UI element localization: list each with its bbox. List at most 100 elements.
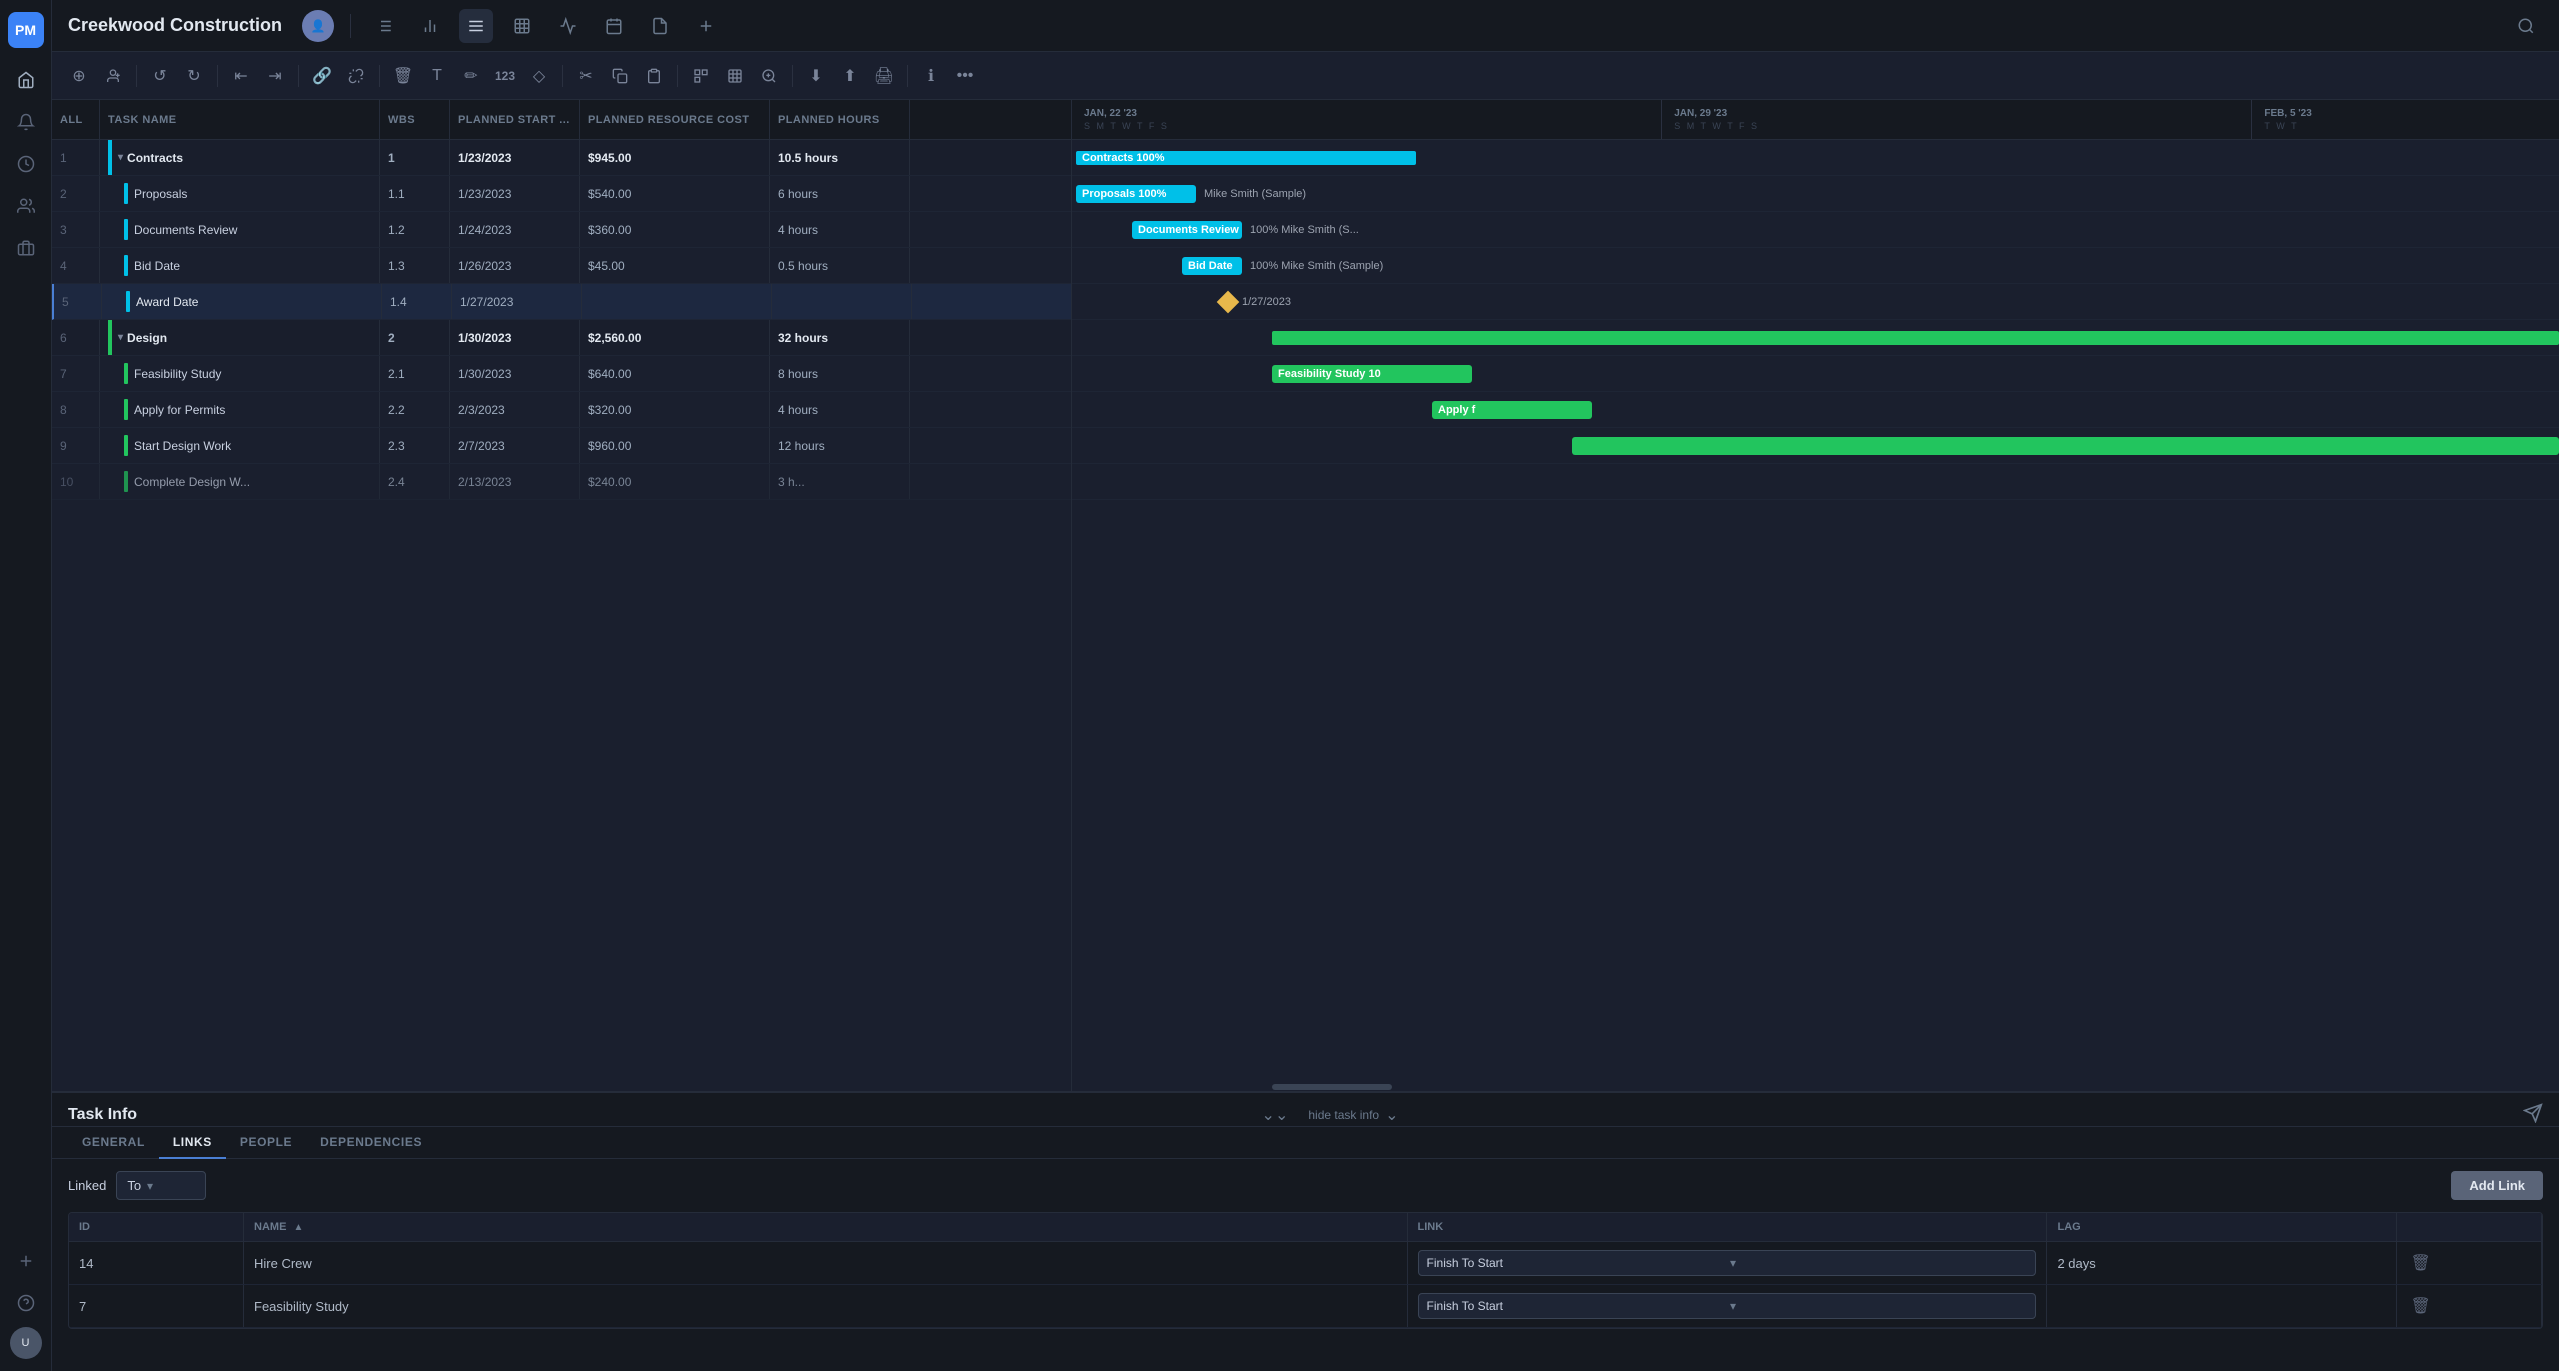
table-row[interactable]: 4 Bid Date 1.3 1/26/2023 $45.00 0.5 hour…: [52, 248, 1071, 284]
toolbar-indent-right[interactable]: ⇥: [260, 61, 290, 91]
toolbar-link[interactable]: 🔗: [307, 61, 337, 91]
add-link-button[interactable]: Add Link: [2451, 1171, 2543, 1200]
toolbar-highlight[interactable]: ✏: [456, 61, 486, 91]
toolbar-cut[interactable]: ✂: [571, 61, 601, 91]
sidebar-icon-notifications[interactable]: [8, 104, 44, 140]
links-col-id: ID: [69, 1213, 244, 1242]
table-row[interactable]: 1 ▾ Contracts 1 1/23/2023 $945.00 10.5 h…: [52, 140, 1071, 176]
row-name: Feasibility Study: [100, 356, 380, 391]
sidebar-icon-help[interactable]: [8, 1285, 44, 1321]
week-days-3: T W T: [2264, 121, 2547, 131]
row-name: ▾ Contracts: [100, 140, 380, 175]
toolbar-zoom-in[interactable]: [754, 61, 784, 91]
toolbar-text[interactable]: T: [422, 61, 452, 91]
nav-icon-calendar[interactable]: [597, 9, 631, 43]
link-delete-button-2[interactable]: 🗑: [2407, 1294, 2435, 1318]
row-id: 3: [52, 212, 100, 247]
gantt-bar-contracts: Contracts 100%: [1076, 151, 1416, 165]
row-cost: $960.00: [580, 428, 770, 463]
row-id: 9: [52, 428, 100, 463]
toolbar-add-task[interactable]: ⊕: [64, 61, 94, 91]
gantt-label-biddate: 100% Mike Smith (Sample): [1250, 260, 1383, 272]
table-row[interactable]: 8 Apply for Permits 2.2 2/3/2023 $320.00…: [52, 392, 1071, 428]
gantt-bar-startdesign: [1572, 437, 2559, 455]
toolbar-info[interactable]: ℹ: [916, 61, 946, 91]
toolbar-add-user[interactable]: [98, 61, 128, 91]
gantt-row-permits: Apply f: [1072, 392, 2559, 428]
nav-icon-search[interactable]: [2509, 9, 2543, 43]
toolbar-indent-left[interactable]: ⇤: [226, 61, 256, 91]
row-name: Complete Design W...: [100, 464, 380, 499]
gantt-scrollbar-thumb[interactable]: [1272, 1084, 1392, 1090]
row-wbs: 2.2: [380, 392, 450, 427]
toolbar: ⊕ ↺ ↻ ⇤ ⇥ 🔗 🗑 T ✏ 123 ◇ ✂: [52, 52, 2559, 100]
week-label-2: JAN, 29 '23: [1674, 108, 2239, 119]
link-type-dropdown-2[interactable]: Finish To Start ▾: [1418, 1293, 2037, 1319]
link-delete-button-1[interactable]: 🗑: [2407, 1251, 2435, 1275]
task-info-tabs: GENERAL LINKS PEOPLE DEPENDENCIES: [52, 1127, 2559, 1159]
sidebar-icon-briefcase[interactable]: [8, 230, 44, 266]
table-row[interactable]: 9 Start Design Work 2.3 2/7/2023 $960.00…: [52, 428, 1071, 464]
gantt-chart: JAN, 22 '23 S M T W T F S JAN, 29 '23 S …: [1072, 100, 2559, 1091]
toolbar-trash[interactable]: 🗑: [388, 61, 418, 91]
tb-div-4: [379, 65, 380, 87]
tb-div-7: [792, 65, 793, 87]
nav-icon-list[interactable]: [367, 9, 401, 43]
toolbar-more[interactable]: •••: [950, 61, 980, 91]
toolbar-diamond[interactable]: ◇: [524, 61, 554, 91]
toolbar-redo[interactable]: ↻: [179, 61, 209, 91]
toolbar-gantt-options[interactable]: [686, 61, 716, 91]
row-name: Start Design Work: [100, 428, 380, 463]
link-type-dropdown-1[interactable]: Finish To Start ▾: [1418, 1250, 2037, 1276]
nav-icon-file[interactable]: [643, 9, 677, 43]
tab-links[interactable]: LINKS: [159, 1127, 226, 1159]
sidebar-icon-clock[interactable]: [8, 146, 44, 182]
nav-icon-plus[interactable]: [689, 9, 723, 43]
link-type-cell: Finish To Start ▾: [1407, 1285, 2047, 1328]
nav-icon-wave[interactable]: [551, 9, 585, 43]
user-avatar[interactable]: U: [10, 1327, 42, 1359]
nav-icon-menu[interactable]: [459, 9, 493, 43]
nav-icon-barchart[interactable]: [413, 9, 447, 43]
tab-dependencies[interactable]: DEPENDENCIES: [306, 1127, 436, 1159]
row-id: 5: [54, 284, 102, 319]
toolbar-paste[interactable]: [639, 61, 669, 91]
row-start: 2/7/2023: [450, 428, 580, 463]
table-row[interactable]: 7 Feasibility Study 2.1 1/30/2023 $640.0…: [52, 356, 1071, 392]
nav-icon-table[interactable]: [505, 9, 539, 43]
linked-direction-dropdown[interactable]: To ▾: [116, 1171, 206, 1200]
toolbar-123[interactable]: 123: [490, 61, 520, 91]
table-row[interactable]: 6 ▾ Design 2 1/30/2023 $2,560.00 32 hour…: [52, 320, 1071, 356]
table-row[interactable]: 3 Documents Review 1.2 1/24/2023 $360.00…: [52, 212, 1071, 248]
tab-general[interactable]: GENERAL: [68, 1127, 159, 1159]
row-cost: $2,560.00: [580, 320, 770, 355]
app-title: Creekwood Construction: [68, 15, 282, 36]
hide-task-info-btn[interactable]: hide task info ⌄: [1308, 1105, 1398, 1125]
collapse-chevrons[interactable]: ⌄⌄: [1262, 1105, 1289, 1125]
link-row: 14 Hire Crew Finish To Start ▾ 2 days: [69, 1242, 2542, 1285]
toolbar-undo[interactable]: ↺: [145, 61, 175, 91]
gantt-label-awarddate: 1/27/2023: [1242, 296, 1291, 308]
sidebar-icon-plus[interactable]: [8, 1243, 44, 1279]
sidebar-icon-home[interactable]: [8, 62, 44, 98]
table-row[interactable]: 5 Award Date 1.4 1/27/2023: [52, 284, 1071, 320]
toolbar-grid[interactable]: [720, 61, 750, 91]
row-id: 4: [52, 248, 100, 283]
links-col-delete: [2396, 1213, 2541, 1242]
gantt-scrollbar[interactable]: [1072, 1083, 2559, 1091]
toolbar-copy[interactable]: [605, 61, 635, 91]
links-table-container: ID NAME ▲ LINK: [68, 1212, 2543, 1329]
row-cost: $640.00: [580, 356, 770, 391]
task-info-send-icon[interactable]: [2523, 1103, 2543, 1126]
sidebar-icon-users[interactable]: [8, 188, 44, 224]
row-cost: $240.00: [580, 464, 770, 499]
toolbar-print[interactable]: 🖨: [869, 61, 899, 91]
col-header-all: ALL: [52, 100, 100, 139]
table-row[interactable]: 2 Proposals 1.1 1/23/2023 $540.00 6 hour…: [52, 176, 1071, 212]
tab-people[interactable]: PEOPLE: [226, 1127, 306, 1159]
toolbar-upload[interactable]: ⬆: [835, 61, 865, 91]
toolbar-download[interactable]: ⬇: [801, 61, 831, 91]
links-col-name[interactable]: NAME ▲: [244, 1213, 1408, 1242]
toolbar-unlink[interactable]: [341, 61, 371, 91]
table-row[interactable]: 10 Complete Design W... 2.4 2/13/2023 $2…: [52, 464, 1071, 500]
